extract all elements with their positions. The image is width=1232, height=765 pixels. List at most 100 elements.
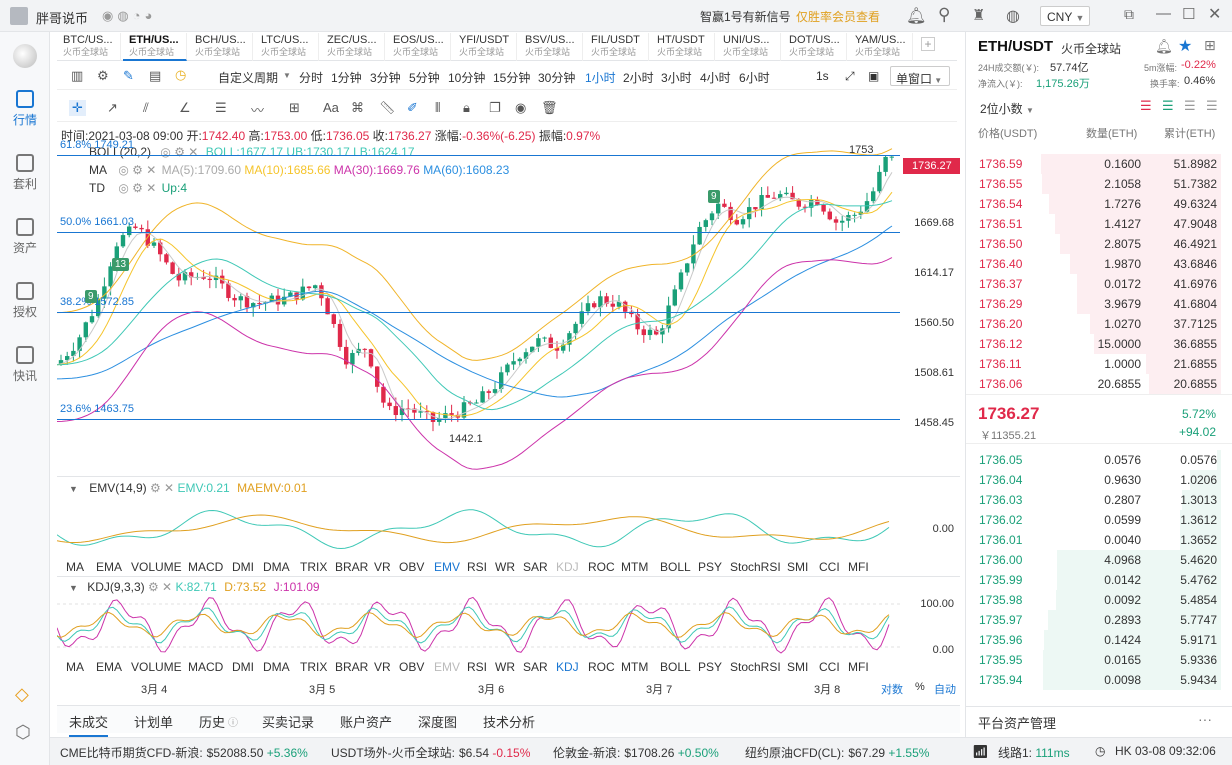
grid-icon[interactable]: ⊞ — [1204, 37, 1216, 54]
collapse-icon[interactable]: ▼ — [69, 583, 78, 593]
fib-line-236[interactable] — [57, 419, 900, 420]
tab-plan-orders[interactable]: 计划单 — [134, 712, 173, 731]
fib-icon[interactable]: ⊞ — [289, 100, 300, 116]
tab-7[interactable]: BSV/US... 火币全球站 — [519, 33, 583, 61]
window-select[interactable]: 单窗口 ▼ — [890, 66, 950, 86]
custom-period[interactable]: 自定义周期 — [218, 69, 278, 86]
bid-row[interactable]: 1736.00 4.0968 5.4620 — [966, 550, 1221, 570]
period-5[interactable]: 15分钟 — [493, 69, 530, 86]
ask-row[interactable]: 1736.55 2.1058 51.7382 — [966, 174, 1221, 194]
currency-select[interactable]: CNY ▼ — [1040, 6, 1090, 26]
indicator-tab-kdj[interactable]: KDJ — [556, 560, 579, 574]
indicator-tab-mfi[interactable]: MFI — [848, 560, 869, 574]
tab-3[interactable]: LTC/US... 火币全球站 — [255, 33, 319, 61]
bid-row[interactable]: 1735.97 0.2893 5.7747 — [966, 610, 1221, 630]
brush-icon[interactable]: ✐ — [407, 100, 418, 116]
eye-icon[interactable]: ◎ ⚙ ✕ — [118, 181, 156, 195]
indicator-tab-dma[interactable]: DMA — [263, 660, 290, 674]
period-6[interactable]: 30分钟 — [538, 69, 575, 86]
ticker-item[interactable]: CME比特币期货CFD-新浪: $52088.50 +5.36% — [60, 744, 308, 761]
book-asks-icon[interactable]: ☰ — [1184, 98, 1196, 114]
indicator-tab-vr[interactable]: VR — [374, 560, 391, 574]
ask-row[interactable]: 1736.40 1.9870 43.6846 — [966, 254, 1221, 274]
avatar[interactable] — [10, 7, 28, 25]
period-0[interactable]: 分时 — [299, 69, 323, 86]
bell-icon[interactable]: 🔔︎ — [906, 6, 926, 26]
bid-row[interactable]: 1735.98 0.0092 5.4854 — [966, 590, 1221, 610]
indicator-tab-stochrsi[interactable]: StochRSI — [730, 660, 781, 674]
tab-5[interactable]: EOS/US... 火币全球站 — [387, 33, 451, 61]
settings-icon[interactable]: ⚙ ✕ — [148, 580, 172, 594]
tab-trades[interactable]: 买卖记录 — [262, 712, 314, 731]
chevron-down-icon[interactable]: ▼ — [283, 71, 291, 80]
help-icon[interactable]: ⓘ — [228, 714, 238, 729]
settings-icon[interactable]: ⬡ — [15, 722, 31, 743]
auto-toggle[interactable]: 自动 — [934, 681, 956, 697]
minimize-icon[interactable]: — — [1156, 5, 1171, 22]
fib-line-500[interactable] — [57, 232, 900, 233]
nav-item-arbitrage[interactable]: 套利 — [0, 154, 50, 192]
book-depth-icon[interactable]: ☰ — [1206, 98, 1218, 114]
ticker-item[interactable]: 纽约原油CFD(CL): $67.29 +1.55% — [745, 744, 929, 761]
interval-sec[interactable]: 1s — [816, 69, 829, 83]
log-scale-toggle[interactable]: 对数 — [881, 681, 903, 697]
bid-row[interactable]: 1735.99 0.0142 5.4762 — [966, 570, 1221, 590]
maximize-icon[interactable]: ☐ — [1182, 5, 1195, 23]
indicator-tab-sar[interactable]: SAR — [523, 560, 548, 574]
indicator-tab-macd[interactable]: MACD — [188, 660, 223, 674]
indicator-tab-mtm[interactable]: MTM — [621, 660, 648, 674]
globe-icon[interactable]: ◍ — [1006, 6, 1020, 26]
nav-item-assets[interactable]: 资产 — [0, 218, 50, 256]
notice-sub[interactable]: 仅胜率会员查看 — [796, 8, 880, 25]
tab-open-orders[interactable]: 未成交 — [69, 712, 109, 737]
ask-row[interactable]: 1736.50 2.8075 46.4921 — [966, 234, 1221, 254]
pen-icon[interactable]: ✎ — [123, 68, 134, 84]
tab-12[interactable]: YAM/US... 火币全球站 — [849, 33, 913, 61]
ask-row[interactable]: 1736.51 1.4127 47.9048 — [966, 214, 1221, 234]
indicator-tab-smi[interactable]: SMI — [787, 560, 808, 574]
indicator-tab-ma[interactable]: MA — [66, 660, 84, 674]
indicator-tab-vr[interactable]: VR — [374, 660, 391, 674]
ask-row[interactable]: 1736.20 1.0270 37.7125 — [966, 314, 1221, 334]
main-chart[interactable]: 时间:2021-03-08 09:00 开:1742.40 高:1753.00 … — [57, 123, 960, 475]
crosshair-icon[interactable]: ✛ — [69, 100, 86, 116]
indicator-tab-obv[interactable]: OBV — [399, 660, 424, 674]
indicator-tab-mfi[interactable]: MFI — [848, 660, 869, 674]
ask-row[interactable]: 1736.59 0.1600 51.8982 — [966, 154, 1221, 174]
ask-row[interactable]: 1736.06 20.6855 20.6855 — [966, 374, 1221, 394]
eye-icon[interactable]: ◉ — [515, 100, 526, 116]
trash-icon[interactable]: 🗑︎ — [541, 100, 558, 116]
ruler-icon[interactable]: 📏︎ — [379, 100, 396, 116]
decimals-select[interactable]: 2位小数 ▼ — [980, 100, 1034, 117]
horizontal-line-icon[interactable]: ☰ — [215, 100, 227, 116]
eye-icon[interactable]: ◎ ⚙ ✕ — [160, 145, 198, 159]
indicator-tab-roc[interactable]: ROC — [588, 660, 615, 674]
period-2[interactable]: 3分钟 — [370, 69, 401, 86]
indicator-tab-kdj[interactable]: KDJ — [556, 660, 579, 674]
bid-row[interactable]: 1736.03 0.2807 1.3013 — [966, 490, 1221, 510]
toolbar-icons[interactable]: ◉◍◔◕ — [102, 8, 156, 24]
ask-row[interactable]: 1736.54 1.7276 49.6324 — [966, 194, 1221, 214]
tab-6[interactable]: YFI/USDT 火币全球站 — [453, 33, 517, 61]
notice-text[interactable]: 智赢1号有新信号 — [700, 8, 791, 25]
tab-10[interactable]: UNI/US... 火币全球站 — [717, 33, 781, 61]
indicator-tab-cci[interactable]: CCI — [819, 660, 840, 674]
ticker-item[interactable]: USDT场外-火币全球站: $6.54 -0.15% — [331, 744, 530, 761]
period-11[interactable]: 6小时 — [739, 69, 770, 86]
indicator-tab-boll[interactable]: BOLL — [660, 660, 691, 674]
bid-row[interactable]: 1736.01 0.0040 1.3652 — [966, 530, 1221, 550]
indicator-tab-wr[interactable]: WR — [495, 560, 515, 574]
parallel-channel-icon[interactable]: ⫽ — [143, 100, 149, 116]
ticker-item[interactable]: 伦敦金-新浪: $1708.26 +0.50% — [553, 744, 719, 761]
clock-icon[interactable]: ◷ — [175, 67, 186, 83]
shirt-icon[interactable]: ♜ — [972, 6, 985, 24]
diamond-icon[interactable]: ◇ — [15, 684, 29, 705]
indicator-tab-psy[interactable]: PSY — [698, 560, 722, 574]
emv-panel[interactable]: ▼ EMV(14,9) ⚙ ✕ EMV:0.21 MAEMV:0.01 0.00 — [57, 476, 960, 556]
tab-2[interactable]: BCH/US... 火币全球站 — [189, 33, 253, 61]
lock-icon[interactable]: 🔒︎ — [463, 100, 470, 116]
settings-gear-icon[interactable]: ⚙ — [97, 68, 109, 84]
indicator-tab-stochrsi[interactable]: StochRSI — [730, 560, 781, 574]
period-3[interactable]: 5分钟 — [409, 69, 440, 86]
line-status[interactable]: 线路1: 111ms — [998, 744, 1070, 761]
